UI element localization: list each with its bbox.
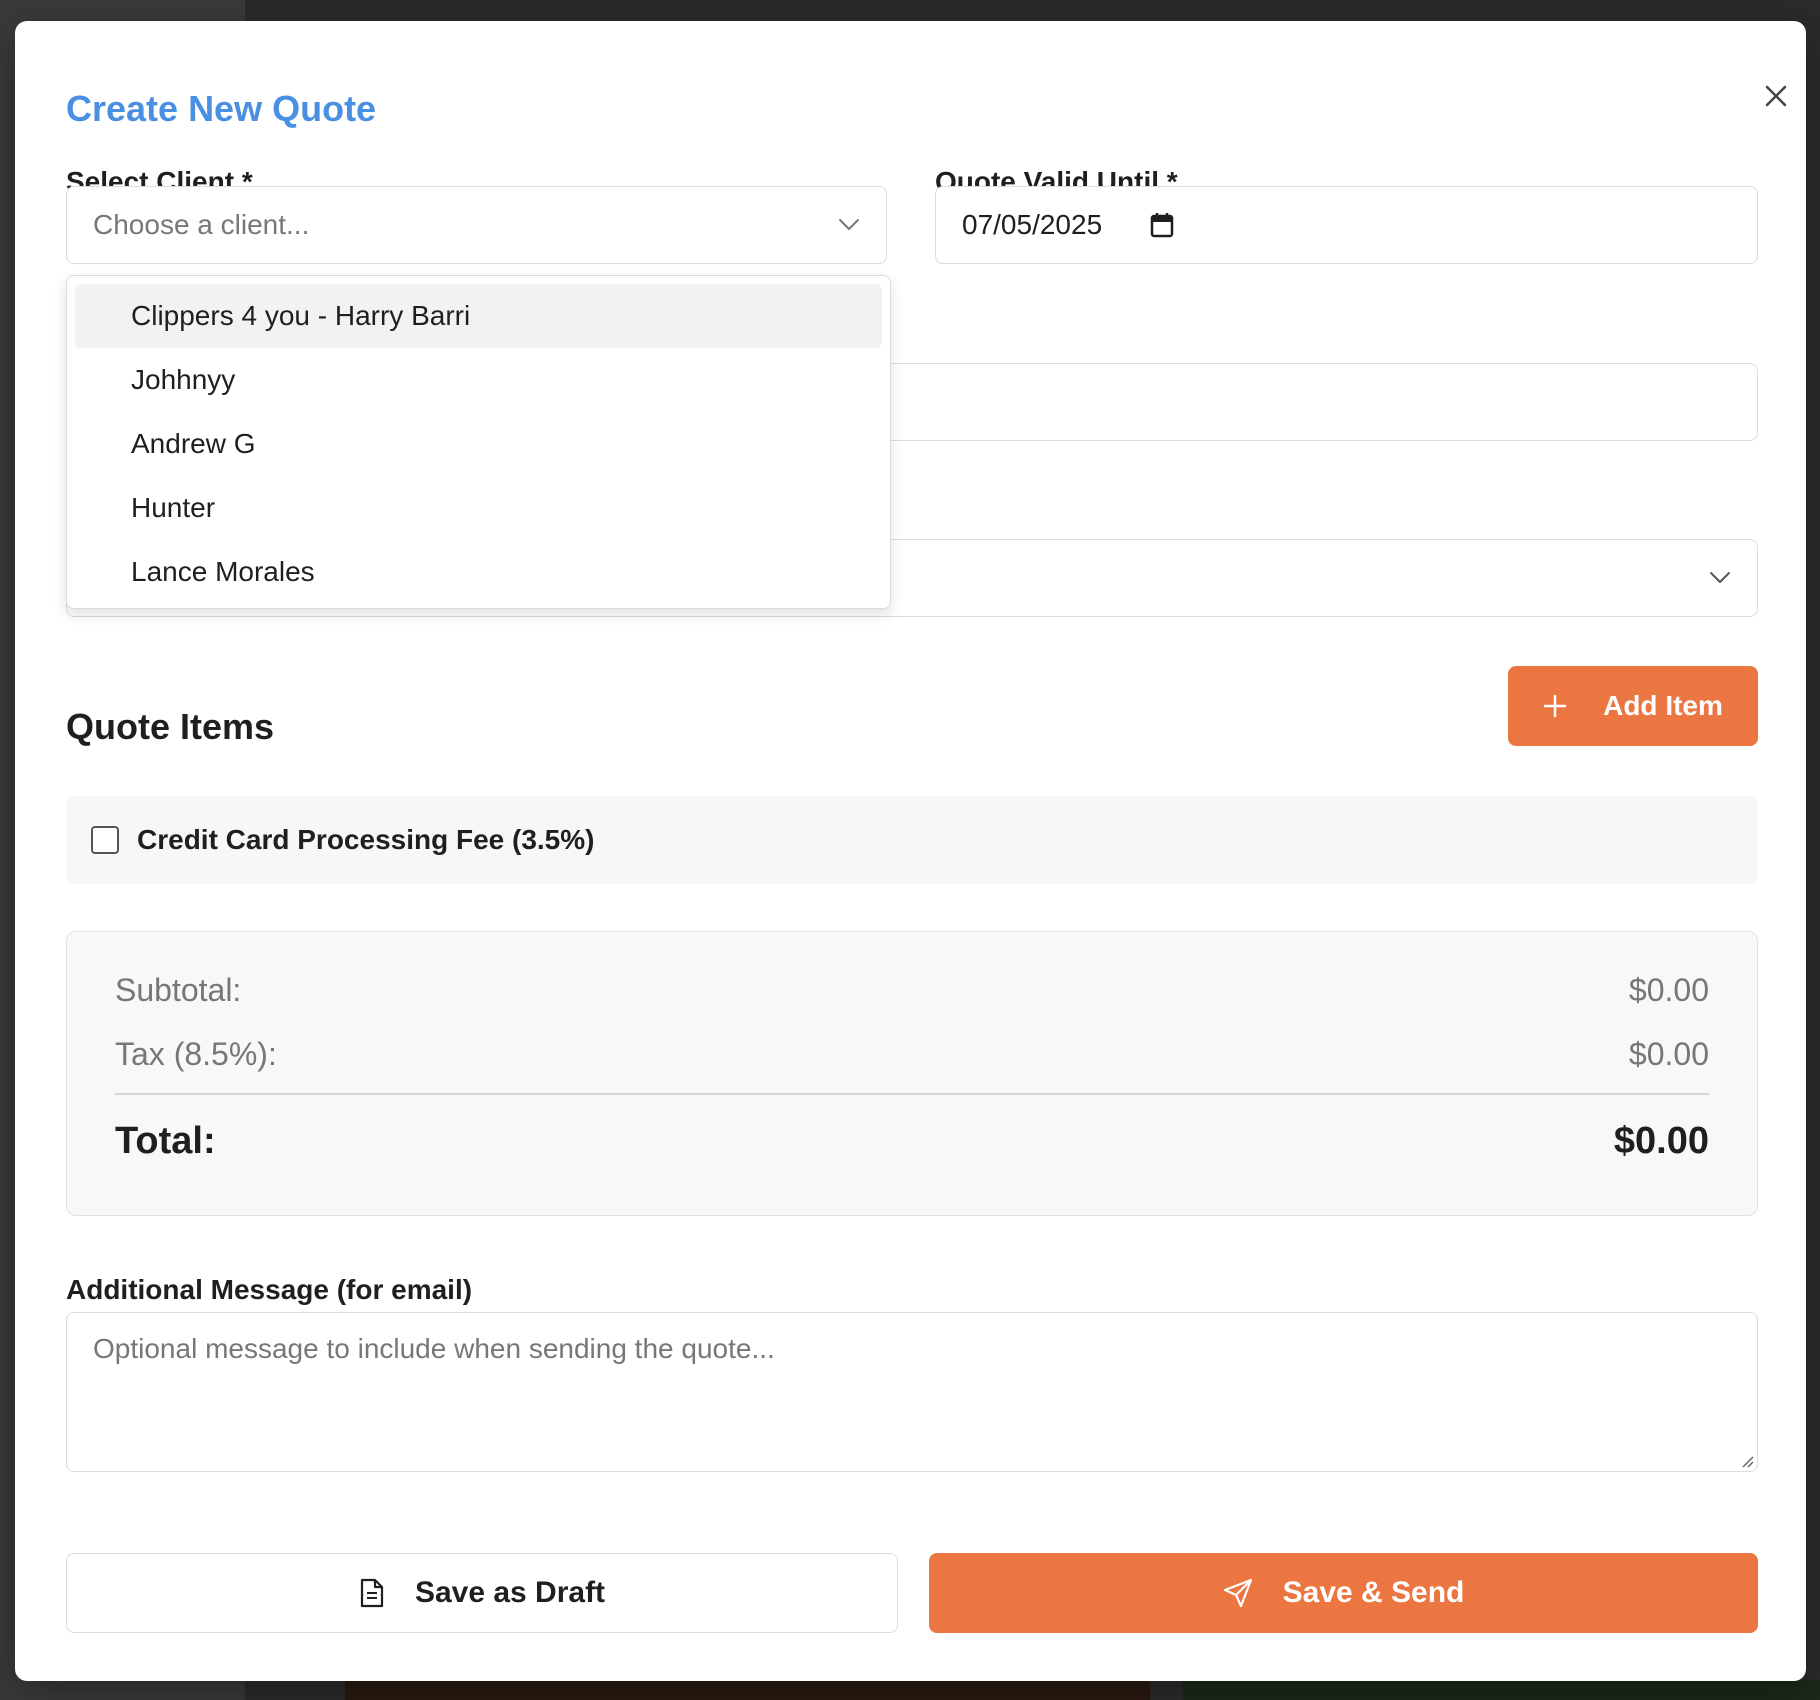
total-value: $0.00 [1613, 1120, 1709, 1162]
document-icon [360, 1578, 384, 1608]
total-row: Total: $0.00 [115, 1120, 1709, 1163]
chevron-down-icon [1710, 572, 1730, 583]
message-textarea[interactable]: Optional message to include when sending… [66, 1312, 1758, 1472]
client-select-placeholder: Choose a client... [93, 209, 310, 240]
client-option[interactable]: Andrew G [75, 412, 882, 476]
close-icon [1765, 85, 1787, 107]
save-draft-button[interactable]: Save as Draft [66, 1553, 898, 1633]
subtotal-value: $0.00 [1628, 972, 1709, 1008]
total-label: Total: [115, 1120, 216, 1162]
background-strip [345, 1680, 1150, 1700]
calendar-icon [1150, 213, 1174, 238]
save-send-label: Save & Send [1282, 1576, 1465, 1609]
chevron-down-icon [839, 219, 859, 230]
fee-label: Credit Card Processing Fee (3.5%) [137, 824, 595, 855]
resize-grip-icon[interactable] [1739, 1453, 1755, 1469]
subtotal-row: Subtotal: $0.00 [115, 972, 1709, 1009]
client-option[interactable]: Clippers 4 you - Harry Barri [75, 284, 882, 348]
add-item-label: Add Item [1603, 690, 1723, 721]
client-dropdown-menu: Clippers 4 you - Harry Barri Johhnyy Andre… [66, 275, 891, 609]
tax-row: Tax (8.5%): $0.00 [115, 1036, 1709, 1073]
modal-title: Create New Quote [66, 88, 377, 129]
fee-option-row: Credit Card Processing Fee (3.5%) [66, 796, 1758, 884]
save-draft-label: Save as Draft [414, 1576, 606, 1609]
send-icon [1223, 1578, 1252, 1608]
totals-panel: Subtotal: $0.00 Tax (8.5%): $0.00 Total:… [66, 931, 1758, 1216]
calendar-button[interactable] [1150, 212, 1174, 238]
message-placeholder: Optional message to include when sending… [93, 1333, 775, 1364]
create-quote-modal: Create New Quote Select Client * Choose … [15, 21, 1806, 1681]
client-option[interactable]: Johhnyy [75, 348, 882, 412]
client-select[interactable]: Choose a client... [66, 186, 887, 264]
message-label: Additional Message (for email) [66, 1274, 473, 1305]
fee-checkbox[interactable] [91, 826, 119, 854]
quote-items-title: Quote Items [66, 706, 275, 747]
tax-value: $0.00 [1628, 1036, 1709, 1072]
subtotal-label: Subtotal: [115, 972, 242, 1008]
tax-label: Tax (8.5%): [115, 1036, 277, 1072]
background-strip [1183, 1680, 1820, 1700]
add-item-button[interactable]: Add Item [1508, 666, 1758, 746]
totals-divider [115, 1093, 1709, 1095]
valid-until-value: 07/05/2025 [962, 209, 1103, 240]
save-send-button[interactable]: Save & Send [929, 1553, 1758, 1633]
close-button[interactable] [1756, 76, 1796, 116]
client-option[interactable]: Hunter [75, 476, 882, 540]
client-option[interactable]: Lance Morales [75, 540, 882, 604]
valid-until-date-input[interactable]: 07/05/2025 [935, 186, 1758, 264]
plus-icon [1543, 694, 1567, 718]
